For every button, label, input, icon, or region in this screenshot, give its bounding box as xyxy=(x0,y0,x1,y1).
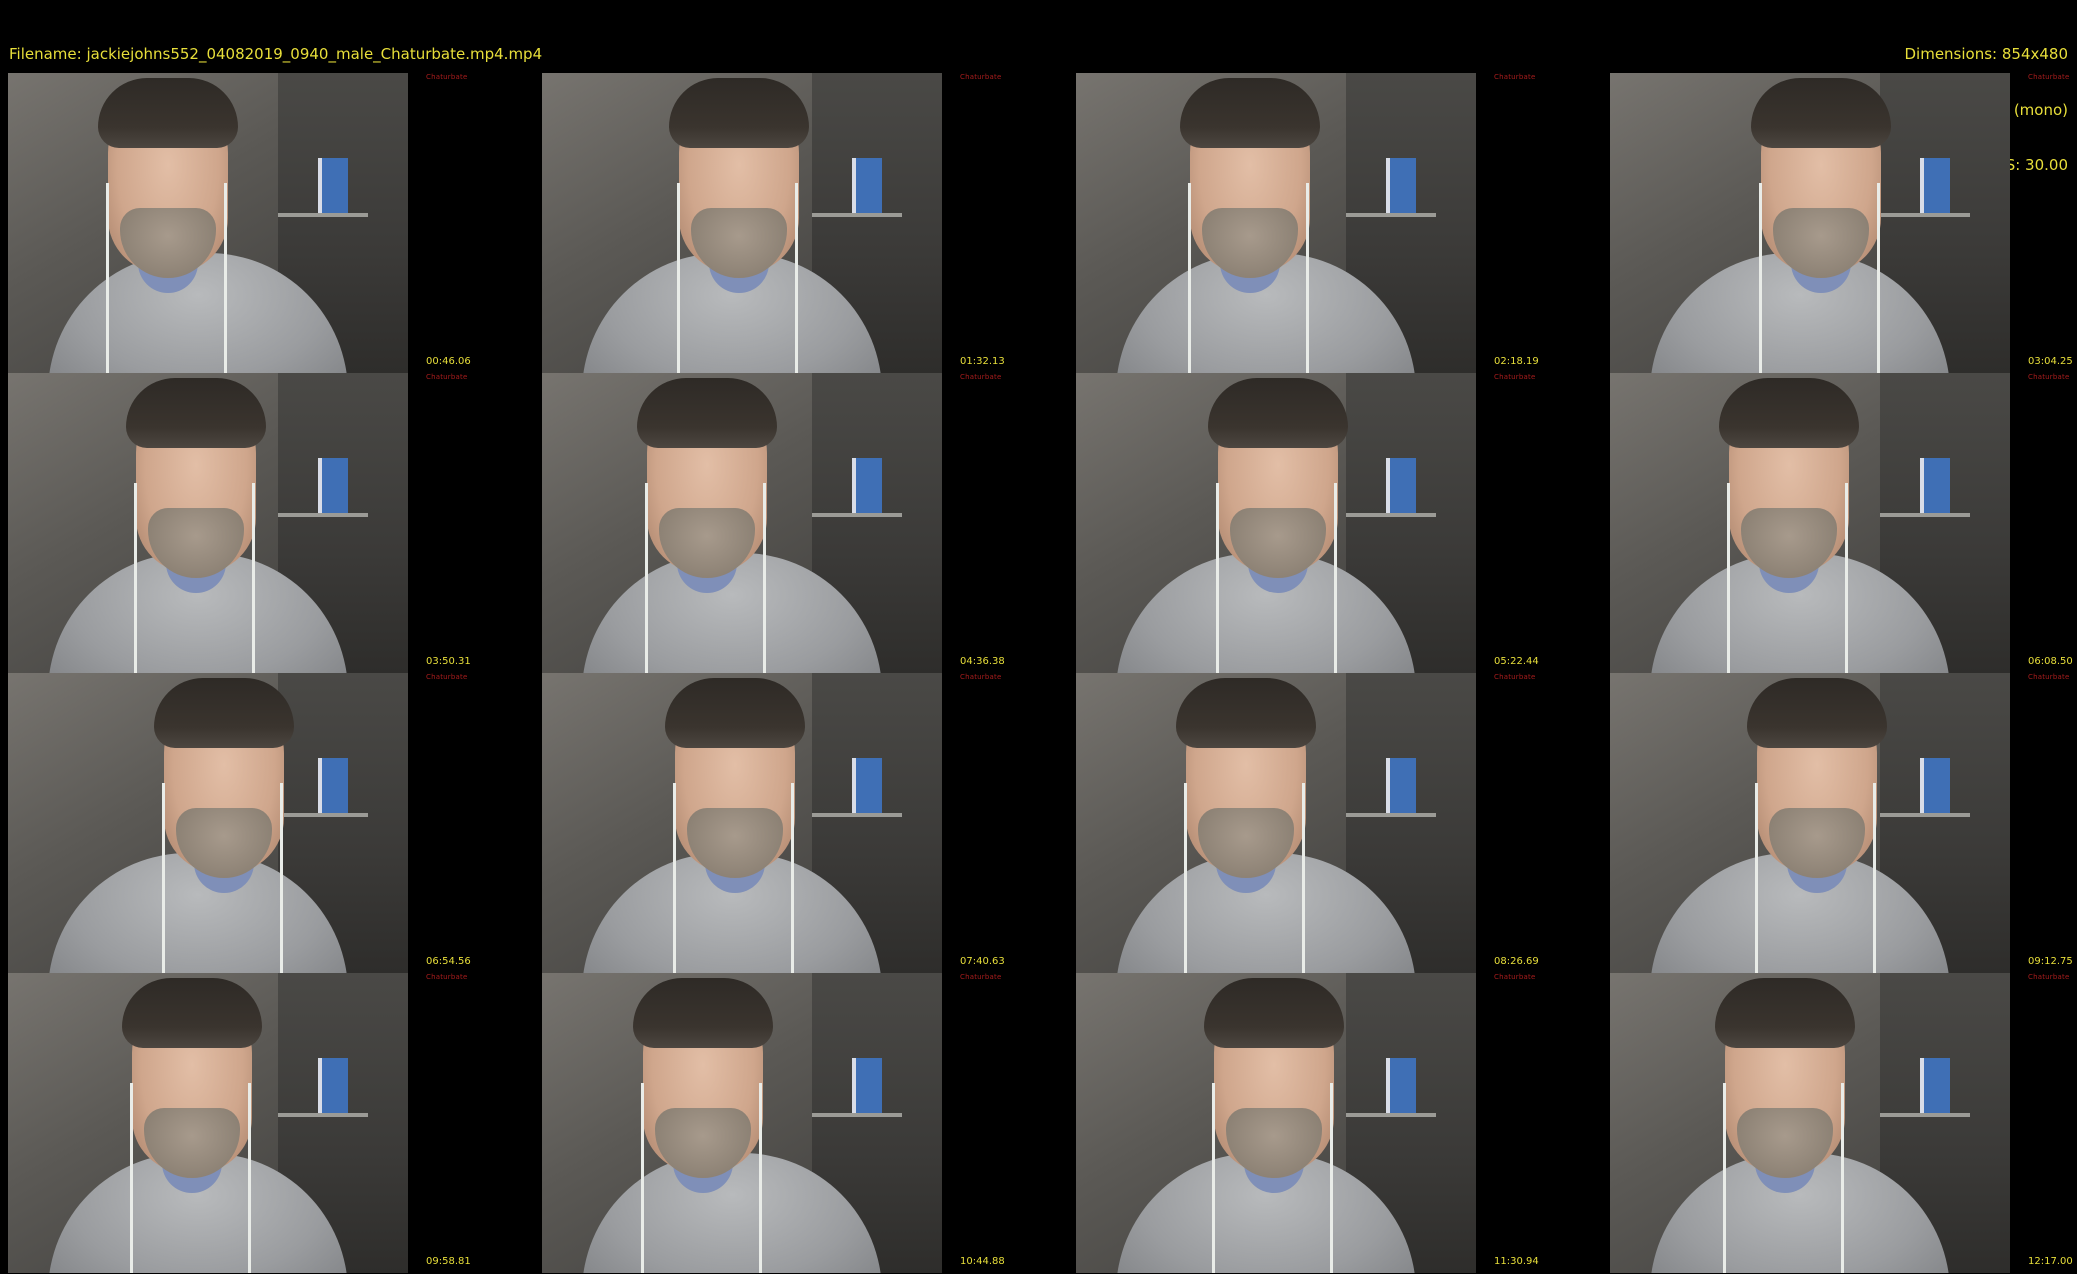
video-frame-image xyxy=(1076,673,1476,973)
timestamp-label: 09:12.75 xyxy=(2028,956,2073,967)
video-frame-image xyxy=(8,673,408,973)
watermark-text: Chaturbate xyxy=(960,673,1002,681)
watermark-text: Chaturbate xyxy=(2028,973,2070,981)
thumbnail-cell[interactable]: Chaturbate 09:12.75 xyxy=(1610,673,2077,973)
timestamp-label: 09:58.81 xyxy=(426,1256,471,1267)
watermark-text: Chaturbate xyxy=(1494,673,1536,681)
thumbnail-cell[interactable]: Chaturbate 11:30.94 xyxy=(1076,973,1609,1273)
timestamp-label: 03:04.25 xyxy=(2028,356,2073,367)
thumbnail-cell[interactable]: Chaturbate 08:26.69 xyxy=(1076,673,1609,973)
video-frame-image xyxy=(1610,973,2010,1273)
thumbnail-cell[interactable]: Chaturbate 12:17.00 xyxy=(1610,973,2077,1273)
watermark-text: Chaturbate xyxy=(426,973,468,981)
video-frame-image xyxy=(8,373,408,673)
video-frame-image xyxy=(542,973,942,1273)
watermark-text: Chaturbate xyxy=(960,973,1002,981)
video-frame-image xyxy=(1076,373,1476,673)
video-frame-image xyxy=(1610,373,2010,673)
watermark-text: Chaturbate xyxy=(2028,673,2070,681)
watermark-text: Chaturbate xyxy=(426,373,468,381)
video-frame-image xyxy=(542,373,942,673)
video-frame-image xyxy=(542,673,942,973)
thumbnail-cell[interactable]: Chaturbate 06:08.50 xyxy=(1610,373,2077,673)
watermark-text: Chaturbate xyxy=(1494,373,1536,381)
timestamp-label: 12:17.00 xyxy=(2028,1256,2073,1267)
thumbnail-cell[interactable]: Chaturbate 04:36.38 xyxy=(542,373,1075,673)
timestamp-label: 06:54.56 xyxy=(426,956,471,967)
timestamp-label: 03:50.31 xyxy=(426,656,471,667)
thumbnail-cell[interactable]: Chaturbate 10:44.88 xyxy=(542,973,1075,1273)
watermark-text: Chaturbate xyxy=(426,673,468,681)
thumbnail-cell[interactable]: Chaturbate 09:58.81 xyxy=(8,973,541,1273)
video-frame-image xyxy=(1610,73,2010,373)
thumbnail-cell[interactable]: Chaturbate 02:18.19 xyxy=(1076,73,1609,373)
timestamp-label: 02:18.19 xyxy=(1494,356,1539,367)
watermark-text: Chaturbate xyxy=(2028,73,2070,81)
timestamp-label: 00:46.06 xyxy=(426,356,471,367)
thumbnail-cell[interactable]: Chaturbate 07:40.63 xyxy=(542,673,1075,973)
thumbnail-cell[interactable]: Chaturbate 06:54.56 xyxy=(8,673,541,973)
thumbnail-cell[interactable]: Chaturbate 03:04.25 xyxy=(1610,73,2077,373)
video-frame-image xyxy=(1076,973,1476,1273)
timestamp-label: 04:36.38 xyxy=(960,656,1005,667)
timestamp-label: 10:44.88 xyxy=(960,1256,1005,1267)
thumbnail-grid: Chaturbate 00:46.06 Chaturbate 01:32.13 Chat… xyxy=(0,0,2077,1274)
watermark-text: Chaturbate xyxy=(960,373,1002,381)
watermark-text: Chaturbate xyxy=(2028,373,2070,381)
watermark-text: Chaturbate xyxy=(1494,73,1536,81)
video-frame-image xyxy=(8,973,408,1273)
video-frame-image xyxy=(542,73,942,373)
watermark-text: Chaturbate xyxy=(960,73,1002,81)
timestamp-label: 05:22.44 xyxy=(1494,656,1539,667)
thumbnail-cell[interactable]: Chaturbate 00:46.06 xyxy=(8,73,541,373)
video-frame-image xyxy=(8,73,408,373)
timestamp-label: 07:40.63 xyxy=(960,956,1005,967)
watermark-text: Chaturbate xyxy=(426,73,468,81)
video-frame-image xyxy=(1076,73,1476,373)
timestamp-label: 01:32.13 xyxy=(960,356,1005,367)
watermark-text: Chaturbate xyxy=(1494,973,1536,981)
timestamp-label: 11:30.94 xyxy=(1494,1256,1539,1267)
thumbnail-cell[interactable]: Chaturbate 03:50.31 xyxy=(8,373,541,673)
timestamp-label: 06:08.50 xyxy=(2028,656,2073,667)
timestamp-label: 08:26.69 xyxy=(1494,956,1539,967)
thumbnail-cell[interactable]: Chaturbate 05:22.44 xyxy=(1076,373,1609,673)
video-frame-image xyxy=(1610,673,2010,973)
thumbnail-cell[interactable]: Chaturbate 01:32.13 xyxy=(542,73,1075,373)
